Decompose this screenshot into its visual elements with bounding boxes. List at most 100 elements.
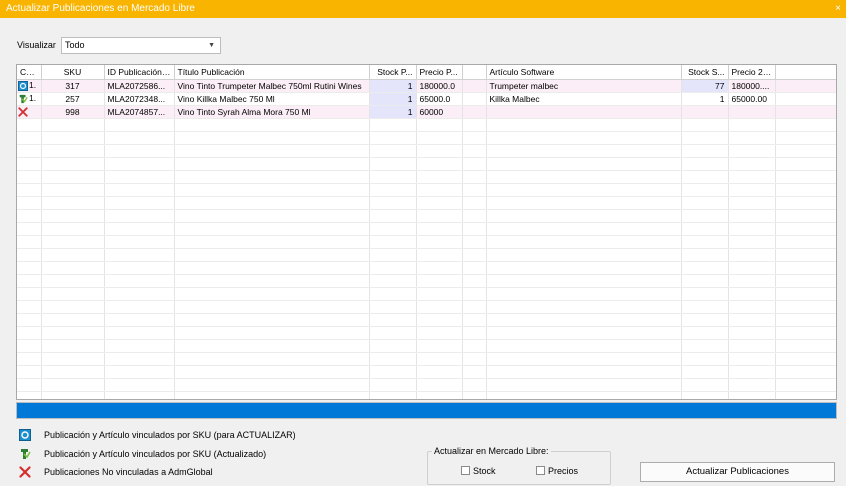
empty-row [17, 183, 836, 197]
progress-bar [16, 402, 837, 419]
column-header-sku[interactable]: SKU [41, 65, 105, 80]
cell-id[interactable]: MLA2072348... [104, 92, 175, 106]
column-header-blank[interactable] [462, 65, 487, 80]
empty-cell [728, 365, 776, 379]
table-row[interactable]: 1. 317 MLA2072586... Vino Tinto Trumpeter M… [17, 79, 836, 93]
cell-articulo[interactable] [486, 105, 682, 119]
precios-checkbox-box[interactable] [536, 466, 545, 475]
cell-title[interactable]: Vino Tinto Trumpeter Malbec 750ml Rutini… [174, 79, 370, 93]
visualizar-selected-value: Todo [65, 40, 85, 50]
empty-cell [486, 391, 682, 399]
empty-cell [17, 235, 42, 249]
empty-cell [416, 365, 463, 379]
stock-checkbox-box[interactable] [461, 466, 470, 475]
empty-cell [728, 274, 776, 288]
column-header-stock-publicacion[interactable]: Stock P... [369, 65, 417, 80]
empty-cell [174, 300, 370, 314]
cell-stock-p[interactable]: 1 [369, 92, 417, 106]
empty-cell [41, 365, 105, 379]
cell-stock-p[interactable]: 1 [369, 79, 417, 93]
table-row[interactable]: 998 MLA2074857... Vino Tinto Syrah Alma Mo… [17, 105, 836, 119]
cell-precio-p[interactable]: 65000.0 [416, 92, 463, 106]
cell-id[interactable]: MLA2074857... [104, 105, 175, 119]
empty-cell [104, 378, 175, 392]
column-header-precio-2[interactable]: Precio 2 ... [728, 65, 776, 80]
column-header-filler [775, 65, 836, 80]
cell-extra[interactable] [462, 105, 487, 119]
cell-stock-s[interactable]: 1 [681, 92, 729, 106]
visualizar-label: Visualizar [17, 40, 56, 50]
cell-codigo[interactable]: 1. [17, 79, 42, 93]
empty-cell [416, 261, 463, 275]
empty-cell [369, 339, 417, 353]
empty-cell [728, 352, 776, 366]
empty-cell [462, 183, 487, 197]
chevron-down-icon[interactable]: ▼ [208, 38, 215, 53]
column-header-precio-publicacion[interactable]: Precio P... [416, 65, 463, 80]
cell-sku[interactable]: 257 [41, 92, 105, 106]
cell-precio2[interactable]: 180000.... [728, 79, 776, 93]
cell-title[interactable]: Vino Killka Malbec 750 Ml [174, 92, 370, 106]
empty-cell [41, 131, 105, 145]
empty-cell [775, 365, 836, 379]
empty-cell [41, 157, 105, 171]
publications-grid[interactable]: Có... SKU ID Publicación ... Título Publ… [16, 64, 837, 400]
empty-cell [17, 274, 42, 288]
table-row[interactable]: 1. 257 MLA2072348... Vino Killka Malbec 750… [17, 92, 836, 106]
update-publications-button[interactable]: Actualizar Publicaciones [640, 462, 835, 482]
column-header-id-publicacion[interactable]: ID Publicación ... [104, 65, 175, 80]
empty-cell [174, 196, 370, 210]
cell-articulo[interactable]: Killka Malbec [486, 92, 682, 106]
empty-cell [486, 261, 682, 275]
empty-cell [369, 274, 417, 288]
empty-cell [104, 365, 175, 379]
legend-item-sync: Publicación y Artículo vinculados por SK… [18, 428, 398, 442]
empty-cell [174, 274, 370, 288]
cell-stock-s[interactable] [681, 105, 729, 119]
cell-extra[interactable] [462, 92, 487, 106]
cell-precio2[interactable] [728, 105, 776, 119]
cell-codigo[interactable]: 1. [17, 92, 42, 106]
cell-precio-p[interactable]: 180000.0 [416, 79, 463, 93]
precios-checkbox[interactable]: Precios [536, 466, 578, 476]
empty-cell [369, 391, 417, 399]
column-header-articulo-software[interactable]: Artículo Software [486, 65, 682, 80]
cell-codigo[interactable] [17, 105, 42, 119]
empty-cell [416, 183, 463, 197]
cell-precio-p[interactable]: 60000 [416, 105, 463, 119]
column-header-codigo[interactable]: Có... [17, 65, 42, 80]
empty-cell [486, 287, 682, 301]
empty-cell [775, 287, 836, 301]
column-header-stock-software[interactable]: Stock S... [681, 65, 729, 80]
empty-cell [681, 300, 729, 314]
empty-cell [41, 287, 105, 301]
empty-cell [775, 183, 836, 197]
column-header-titulo-publicacion[interactable]: Título Publicación [174, 65, 370, 80]
close-icon[interactable]: × [835, 0, 841, 18]
stock-checkbox[interactable]: Stock [461, 466, 496, 476]
cell-sku[interactable]: 317 [41, 79, 105, 93]
empty-cell [462, 287, 487, 301]
empty-row [17, 313, 836, 327]
empty-cell [681, 352, 729, 366]
cell-extra[interactable] [462, 79, 487, 93]
empty-cell [104, 339, 175, 353]
cell-id[interactable]: MLA2072586... [104, 79, 175, 93]
empty-cell [174, 326, 370, 340]
empty-cell [681, 365, 729, 379]
cell-title[interactable]: Vino Tinto Syrah Alma Mora 750 Ml [174, 105, 370, 119]
cell-articulo[interactable]: Trumpeter malbec [486, 79, 682, 93]
empty-row [17, 235, 836, 249]
cell-stock-p[interactable]: 1 [369, 105, 417, 119]
empty-cell [681, 196, 729, 210]
empty-cell [728, 170, 776, 184]
empty-cell [416, 391, 463, 399]
visualizar-select[interactable]: Todo ▼ [61, 37, 221, 54]
cell-precio2[interactable]: 65000.00 [728, 92, 776, 106]
empty-cell [104, 209, 175, 223]
cell-stock-s[interactable]: 77 [681, 79, 729, 93]
grid-header-row: Có... SKU ID Publicación ... Título Publ… [17, 65, 836, 80]
title-bar: Actualizar Publicaciones en Mercado Libr… [0, 0, 846, 18]
cell-sku[interactable]: 998 [41, 105, 105, 119]
empty-cell [775, 235, 836, 249]
